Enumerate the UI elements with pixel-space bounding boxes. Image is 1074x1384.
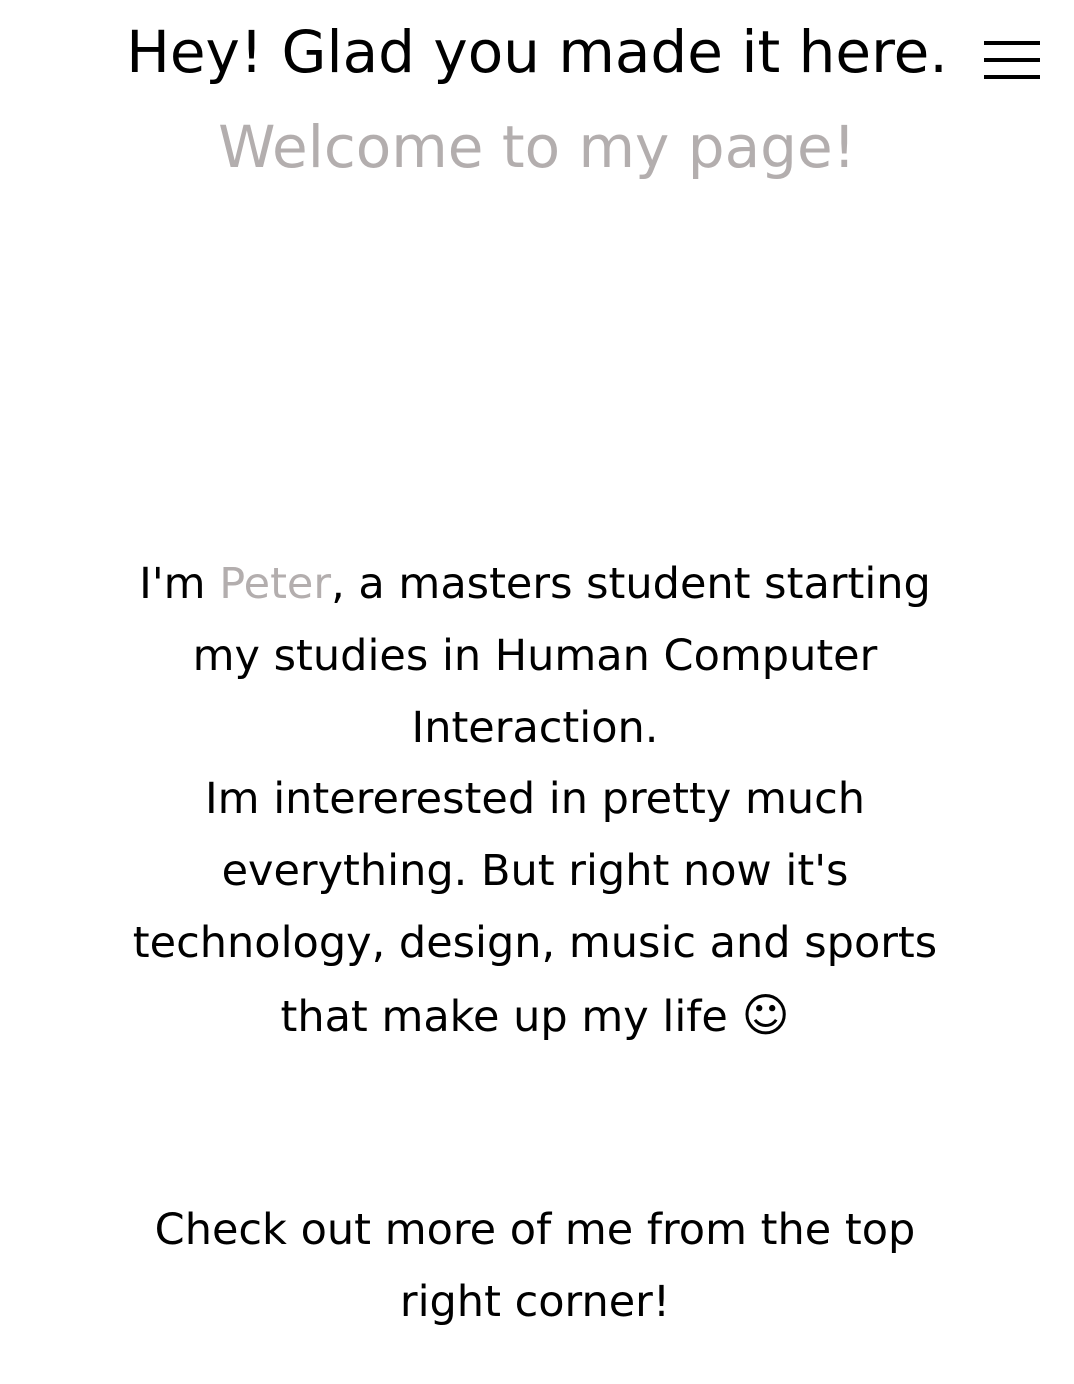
cta-text: Check out more of me from the top right … <box>154 1205 916 1327</box>
smiley-icon: ☺ <box>741 988 790 1042</box>
menu-bar-top <box>984 41 1040 45</box>
page-title: Hey! Glad you made it here. <box>126 18 948 86</box>
page-subtitle: Welcome to my page! <box>218 113 856 181</box>
cta-paragraph: Check out more of me from the top right … <box>100 1194 970 1338</box>
menu-bar-bottom <box>984 75 1040 79</box>
hamburger-menu-icon[interactable] <box>982 38 1042 84</box>
intro-paragraph: I'm Peter, a masters student starting my… <box>100 548 970 764</box>
interests-paragraph: Im intererested in pretty much everythin… <box>100 763 970 1053</box>
menu-bar-middle <box>984 58 1040 62</box>
interests-text: Im intererested in pretty much everythin… <box>132 774 938 1042</box>
intro-prefix: I'm <box>139 559 220 609</box>
page-header: Hey! Glad you made it here. Welcome to m… <box>0 0 1074 200</box>
intro-name: Peter <box>219 559 332 609</box>
